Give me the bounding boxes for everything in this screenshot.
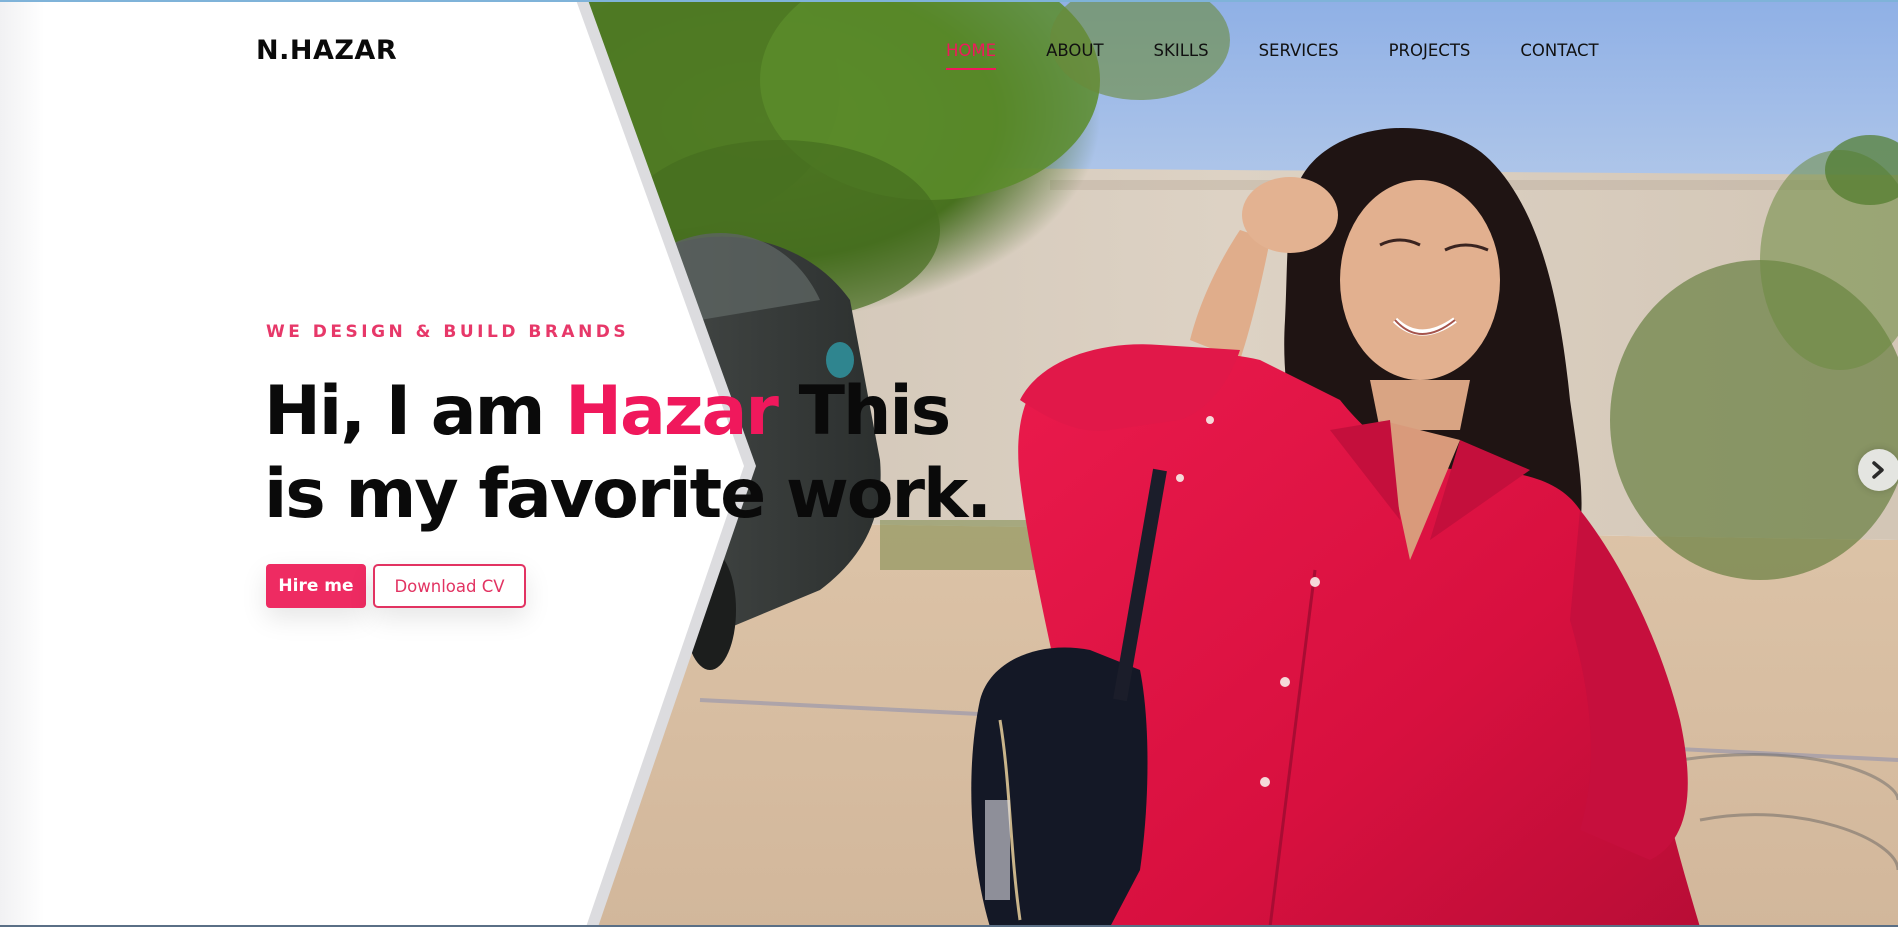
site-logo[interactable]: N.HAZAR [256, 35, 397, 66]
nav-item-projects[interactable]: PROJECTS [1389, 40, 1471, 74]
download-cv-button[interactable]: Download CV [373, 564, 526, 608]
hero-eyebrow: WE DESIGN & BUILD BRANDS [266, 322, 630, 342]
slider-next-button[interactable] [1858, 449, 1898, 491]
headline-name: Hazar [565, 372, 779, 451]
hire-me-button[interactable]: Hire me [266, 564, 366, 608]
hero-page: N.HAZAR HOME ABOUT SKILLS SERVICES PROJE… [0, 0, 1898, 927]
nav-item-contact[interactable]: CONTACT [1520, 40, 1598, 74]
main-navigation: HOME ABOUT SKILLS SERVICES PROJECTS CONT… [946, 40, 1599, 74]
nav-item-skills[interactable]: SKILLS [1154, 40, 1209, 74]
chevron-right-icon [1871, 460, 1885, 480]
nav-item-home[interactable]: HOME [946, 40, 997, 74]
top-border [0, 0, 1898, 2]
headline-intro: Hi, I am [264, 372, 566, 451]
nav-item-services[interactable]: SERVICES [1259, 40, 1339, 74]
nav-item-about[interactable]: ABOUT [1046, 40, 1103, 74]
hero-headline: Hi, I am Hazar This is my favorite work. [264, 370, 1024, 536]
